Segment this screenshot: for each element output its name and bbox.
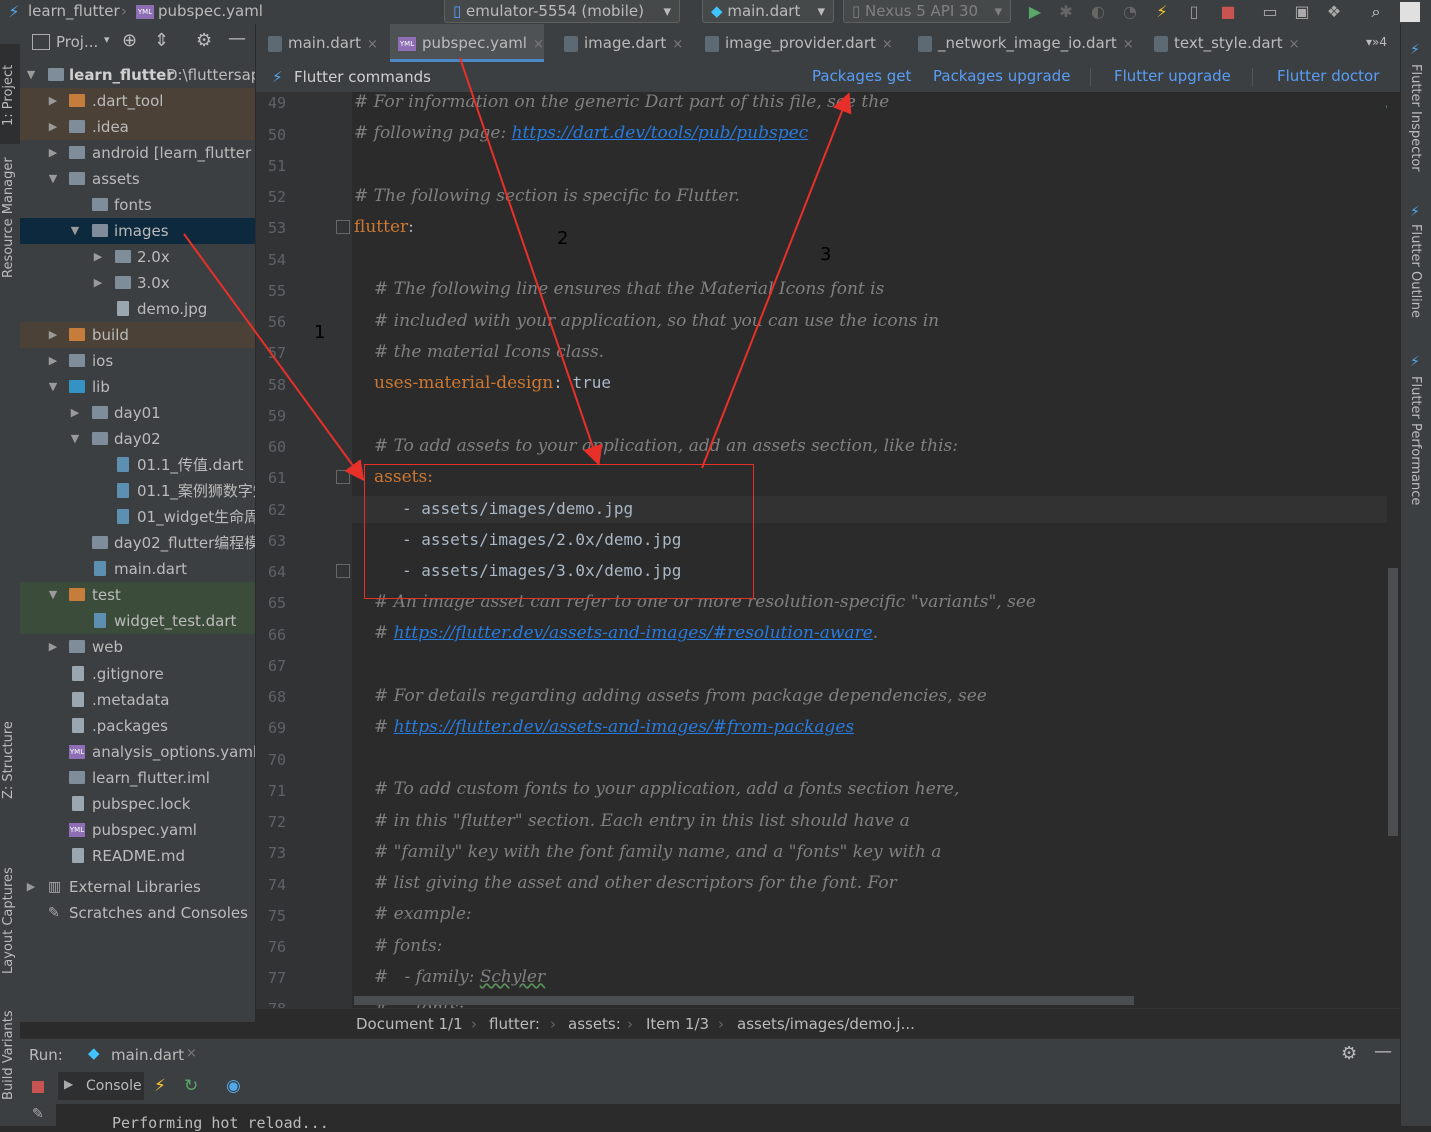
annotation-arrows xyxy=(183,57,852,482)
arrow-3 xyxy=(701,92,852,469)
arrow-2 xyxy=(459,57,603,466)
arrow-1 xyxy=(183,233,365,482)
